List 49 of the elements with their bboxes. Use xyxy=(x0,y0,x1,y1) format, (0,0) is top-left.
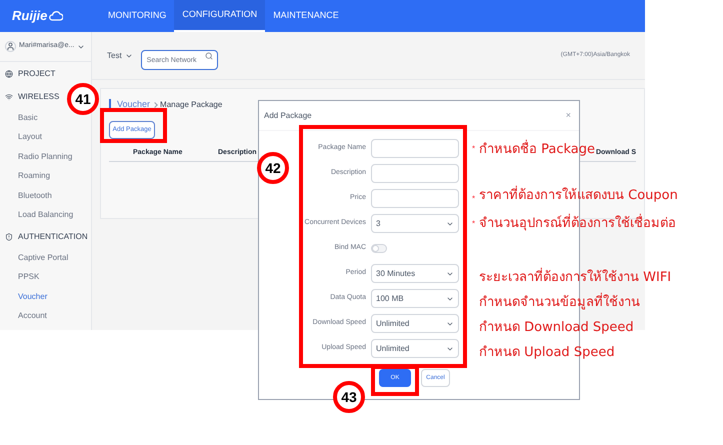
breadcrumb-separator-icon xyxy=(152,102,158,108)
sidebar-item[interactable]: Voucher xyxy=(0,287,91,306)
user-icon xyxy=(5,41,16,52)
select-field[interactable]: 3 xyxy=(371,214,459,233)
annotation-note: กำหนดชื่อ Package xyxy=(479,140,596,160)
required-mark: * xyxy=(472,142,476,154)
sidebar-item[interactable]: Roaming xyxy=(0,166,91,186)
select-field[interactable]: Unlimited xyxy=(371,339,459,358)
section-heading[interactable]: WIRELESS xyxy=(18,90,60,102)
text-input[interactable] xyxy=(371,139,459,158)
annotation-note: กำหนด Download Speed xyxy=(479,319,634,337)
shield-icon xyxy=(5,232,13,240)
sidebar-item[interactable]: Account xyxy=(0,306,91,326)
nav-tab[interactable]: MAINTENANCE xyxy=(265,0,347,32)
nav-tab[interactable]: MONITORING xyxy=(100,0,174,32)
nav-tab[interactable]: CONFIGURATION xyxy=(174,0,266,32)
text-input[interactable] xyxy=(371,164,459,183)
sidebar-item[interactable]: PPSK xyxy=(0,268,91,287)
annotation-note: ราคาที่ต้องการให้แสดงบน Coupon xyxy=(479,186,678,206)
select-field[interactable]: Unlimited xyxy=(371,314,459,333)
search-icon xyxy=(204,52,213,60)
sidebar-item[interactable]: Load Balancing xyxy=(0,206,91,225)
highlight-frame xyxy=(100,108,167,143)
annotation-note: กำหนด Upload Speed xyxy=(479,344,615,362)
sidebar-item[interactable]: Bluetooth xyxy=(0,186,91,206)
required-mark: * xyxy=(472,218,476,230)
close-button[interactable]: × xyxy=(562,108,574,122)
required-mark: * xyxy=(472,192,476,204)
cloud-icon xyxy=(49,10,64,22)
section-heading[interactable]: AUTHENTICATION xyxy=(18,230,88,242)
select-field[interactable]: 100 MB xyxy=(371,289,459,308)
callout-number: 43 xyxy=(333,381,365,413)
annotation-note: ระยะเวลาที่ต้องการให้ใช้งาน WIFI xyxy=(479,268,672,288)
wifi-icon xyxy=(5,92,13,100)
breadcrumb-current: Manage Package xyxy=(160,99,222,111)
sidebar-item[interactable]: Captive Portal xyxy=(0,248,91,268)
breadcrumb-link[interactable]: Voucher xyxy=(117,98,150,112)
sidebar-item[interactable]: Layout xyxy=(0,128,91,147)
annotation-note: กำหนดจำนวนข้อมูลที่ใช้งาน xyxy=(479,293,640,313)
network-dropdown[interactable]: Test xyxy=(107,50,133,62)
globe-icon xyxy=(5,70,13,78)
logo-text: Ruijie xyxy=(12,7,48,26)
dialog-title: Add Package xyxy=(264,110,312,122)
select-field[interactable]: 30 Minutes xyxy=(371,264,459,283)
section-heading[interactable]: PROJECT xyxy=(18,68,56,80)
toggle-switch[interactable] xyxy=(371,244,387,253)
text-input[interactable] xyxy=(371,189,459,208)
annotation-note: จำนวนอุปกรณ์ที่ต้องการใช้เชื่อมต่อ xyxy=(479,214,676,234)
sidebar-item[interactable]: Radio Planning xyxy=(0,147,91,166)
